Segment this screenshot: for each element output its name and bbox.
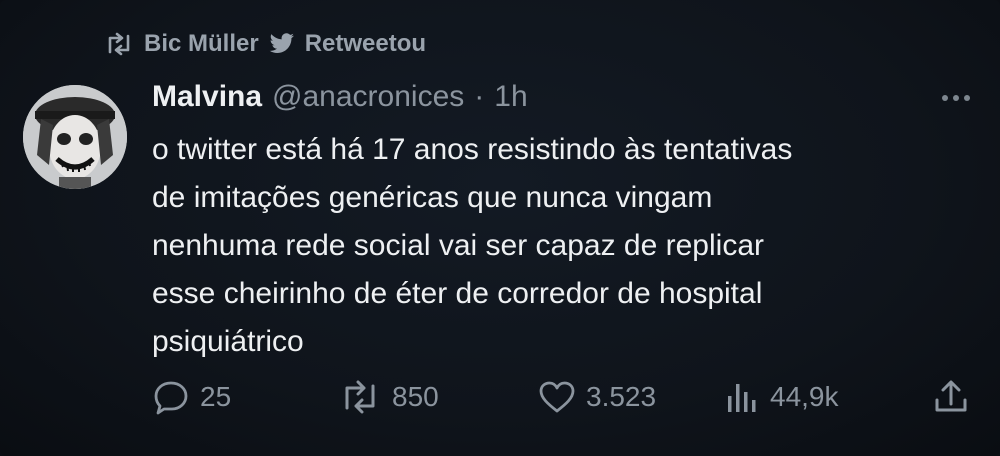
retweet-count: 850 bbox=[392, 381, 439, 412]
more-dot bbox=[953, 95, 959, 101]
avatar[interactable] bbox=[23, 85, 127, 189]
retweeter-name[interactable]: Bic Müller bbox=[144, 30, 259, 58]
share-button[interactable] bbox=[932, 372, 970, 422]
avatar-image bbox=[23, 85, 127, 189]
tweet-header: Malvina @anacronices · 1h bbox=[152, 80, 528, 114]
views-bar-icon bbox=[728, 384, 756, 412]
retweet-button[interactable]: 850 bbox=[338, 372, 439, 422]
like-button[interactable]: 3.523 bbox=[538, 372, 656, 422]
tweet-text-line: esse cheirinho de éter de corredor de ho… bbox=[152, 277, 763, 310]
twitter-bird-icon bbox=[269, 33, 294, 53]
retweet-icon bbox=[108, 32, 130, 56]
tweet-text: o twitter está há 17 anos resistindo às … bbox=[152, 126, 972, 366]
views-count: 44,9k bbox=[770, 381, 839, 412]
reply-count: 25 bbox=[200, 381, 232, 412]
more-dot bbox=[942, 95, 948, 101]
views-button[interactable]: 44,9k bbox=[724, 372, 839, 422]
display-name[interactable]: Malvina bbox=[152, 80, 262, 114]
tweet-text-line: de imitações genéricas que nunca vingam bbox=[152, 181, 713, 214]
heart-icon bbox=[539, 381, 575, 413]
more-dot bbox=[964, 95, 970, 101]
user-handle[interactable]: @anacronices bbox=[272, 80, 464, 114]
retweet-context[interactable]: Bic Müller Retweetou bbox=[104, 30, 426, 58]
reply-icon bbox=[154, 381, 188, 415]
header-separator: · bbox=[474, 80, 485, 113]
tweet-text-line: o twitter está há 17 anos resistindo às … bbox=[152, 133, 793, 166]
tweet-card: Bic Müller Retweetou Malvina @anacronice… bbox=[0, 0, 1000, 456]
reply-button[interactable]: 25 bbox=[152, 372, 231, 422]
retweet-label: Retweetou bbox=[304, 30, 427, 57]
tweet-actions: 25 850 3.523 44,9k bbox=[152, 372, 977, 422]
more-dots-icon[interactable] bbox=[942, 95, 970, 101]
tweet-text-line: psiquiátrico bbox=[152, 325, 304, 358]
like-count: 3.523 bbox=[586, 381, 657, 412]
share-icon bbox=[935, 380, 967, 412]
tweet-time[interactable]: 1h bbox=[494, 80, 527, 114]
tweet-text-line: nenhuma rede social vai ser capaz de rep… bbox=[152, 229, 764, 262]
retweet-icon bbox=[345, 380, 375, 414]
